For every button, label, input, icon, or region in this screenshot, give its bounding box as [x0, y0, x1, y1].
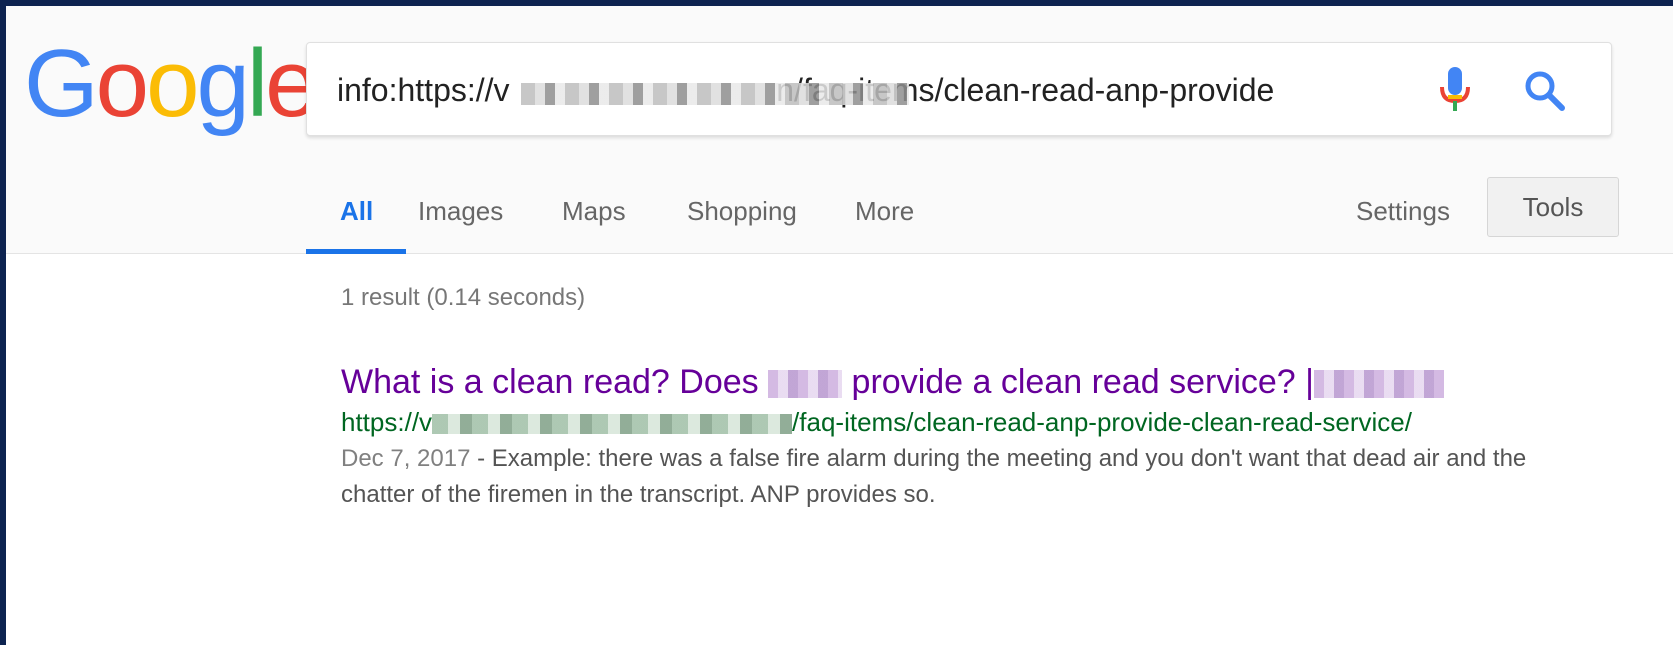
logo-letter: G	[24, 30, 99, 137]
redacted-name-blur	[768, 370, 843, 399]
tab-shopping[interactable]: Shopping	[687, 196, 797, 227]
tools-button[interactable]: Tools	[1487, 177, 1619, 237]
logo-letter: g	[196, 30, 249, 137]
header: Google All Images Maps Shopping More Se	[6, 6, 1673, 254]
logo-letter: l	[246, 30, 268, 137]
search-result: What is a clean read? Does provide a cle…	[341, 361, 1611, 513]
tab-more[interactable]: More	[855, 196, 914, 227]
search-box	[306, 42, 1612, 136]
tab-maps[interactable]: Maps	[562, 196, 626, 227]
result-url: https://v/faq-items/clean-read-anp-provi…	[341, 403, 1611, 441]
result-title-text[interactable]: What is a clean read? Does	[341, 363, 768, 401]
google-logo[interactable]: Google	[24, 36, 319, 132]
result-title-text[interactable]: provide a clean read service? |	[842, 363, 1314, 401]
tab-images[interactable]: Images	[418, 196, 503, 227]
result-url-path: /faq-items/clean-read-anp-provide-clean-…	[792, 407, 1412, 437]
result-stats: 1 result (0.14 seconds)	[341, 284, 586, 311]
tab-all[interactable]: All	[340, 196, 373, 227]
search-tabs: All Images Maps Shopping More Settings T…	[306, 176, 1673, 254]
logo-letter: o	[95, 30, 149, 137]
mic-icon[interactable]	[1433, 65, 1477, 115]
result-snippet-text: - Example: there was a false fire alarm …	[341, 445, 1527, 508]
result-date: Dec 7, 2017	[341, 445, 471, 472]
result-snippet: Dec 7, 2017 - Example: there was a false…	[341, 441, 1601, 513]
redacted-domain-blur	[432, 414, 793, 435]
result-title-link[interactable]: What is a clean read? Does provide a cle…	[341, 361, 1611, 403]
active-tab-indicator	[306, 249, 406, 254]
result-url-prefix: https://v	[341, 407, 433, 437]
search-icon[interactable]	[1521, 67, 1569, 115]
settings-link[interactable]: Settings	[1356, 196, 1450, 227]
page: Google All Images Maps Shopping More Se	[6, 6, 1673, 645]
redacted-site-blur	[1313, 370, 1444, 399]
logo-letter: o	[146, 30, 199, 137]
redacted-url-blur	[521, 83, 909, 105]
